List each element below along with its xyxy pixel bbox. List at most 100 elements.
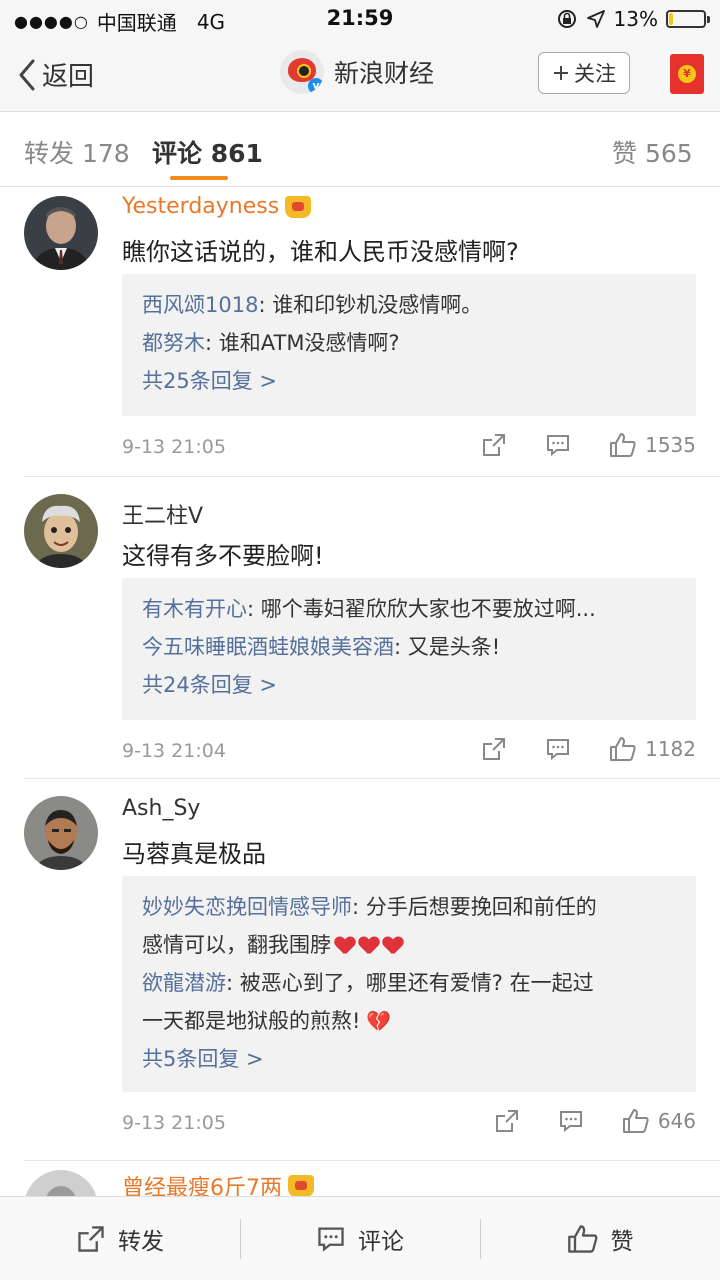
reply-text: 感情可以，翻我围脖 xyxy=(142,933,331,957)
tab-bar: 转发 178 评论 861 赞 565 xyxy=(0,112,720,187)
heart-emoji-icon xyxy=(383,937,403,955)
username-text: 曾经最瘦6斤7两 xyxy=(122,1176,282,1196)
battery-icon xyxy=(666,10,710,28)
more-replies-link[interactable]: 共25条回复 > xyxy=(142,362,676,400)
broken-heart-emoji-icon: 💔 xyxy=(366,1009,392,1033)
reply-username[interactable]: 欲龍潜游 xyxy=(142,971,226,995)
back-button[interactable]: 返回 xyxy=(18,56,94,93)
verified-icon: v xyxy=(308,78,324,94)
comment-item: 曾经最瘦6斤7两 xyxy=(0,1164,720,1196)
comment-time: 9-13 21:05 xyxy=(122,1112,226,1134)
username-text: Yesterdayness xyxy=(122,194,280,219)
reply-item: 都努木: 谁和ATM没感情啊? xyxy=(142,324,676,362)
follow-button[interactable]: 关注 xyxy=(538,52,630,94)
reply-button[interactable] xyxy=(545,736,571,762)
tab-likes[interactable]: 赞 565 xyxy=(612,134,693,170)
reply-item: 欲龍潜游: 被恶心到了，哪里还有爱情? 在一起过 一天都是地狱般的煎熬! 💔 xyxy=(142,964,676,1040)
reply-box[interactable]: 妙妙失恋挽回情感导师: 分手后想要挽回和前任的 感情可以，翻我围脖 欲龍潜游: … xyxy=(122,876,696,1092)
reply-item: 今五味睡眠酒蛙娘娘美容酒: 又是头条! xyxy=(142,628,676,666)
active-tab-indicator xyxy=(170,176,228,180)
comment-label: 评论 xyxy=(358,1229,404,1255)
more-replies-link[interactable]: 共24条回复 > xyxy=(142,666,676,704)
bottom-action-bar: 转发 评论 赞 xyxy=(0,1196,720,1280)
like-count: 1535 xyxy=(645,433,696,457)
vip-crown-icon xyxy=(288,1175,314,1196)
like-button[interactable]: 1182 xyxy=(609,736,696,762)
thumbs-up-icon xyxy=(567,1225,597,1253)
reply-text: : 又是头条! xyxy=(394,635,501,659)
reply-text: : 被恶心到了，哪里还有爱情? 在一起过 xyxy=(226,971,594,995)
heart-emoji-icon xyxy=(335,937,355,955)
reply-text: : 分手后想要挽回和前任的 xyxy=(352,895,597,919)
reply-button[interactable] xyxy=(558,1108,584,1134)
reply-box[interactable]: 西风颂1018: 谁和印钞机没感情啊。 都努木: 谁和ATM没感情啊? 共25条… xyxy=(122,274,696,416)
thumbs-up-icon xyxy=(622,1109,649,1133)
comment-icon xyxy=(559,1111,582,1133)
account-avatar: v xyxy=(280,50,324,94)
heart-emoji-icon xyxy=(359,937,379,955)
repost-label: 转发 xyxy=(118,1229,164,1255)
username-text: 王二柱V xyxy=(122,504,204,529)
chevron-left-icon xyxy=(19,59,35,90)
nav-bar: 返回 v 新浪财经 关注 ¥ xyxy=(0,38,720,112)
comment-username[interactable]: Ash_Sy xyxy=(122,796,200,821)
more-replies-link[interactable]: 共5条回复 > xyxy=(142,1040,676,1078)
comment-item: Ash_Sy 马蓉真是极品 妙妙失恋挽回情感导师: 分手后想要挽回和前任的 感情… xyxy=(0,782,720,1162)
avatar[interactable] xyxy=(24,494,98,568)
tab-repost-count: 178 xyxy=(81,139,130,168)
like-count: 646 xyxy=(657,1109,696,1133)
comment-item: 王二柱V 这得有多不要脸啊! 有木有开心: 哪个毒妇翟欣欣大家也不要放过啊...… xyxy=(0,480,720,780)
location-icon xyxy=(586,10,605,28)
reply-item: 西风颂1018: 谁和印钞机没感情啊。 xyxy=(142,286,676,324)
comment-icon xyxy=(318,1227,344,1252)
reply-username[interactable]: 今五味睡眠酒蛙娘娘美容酒 xyxy=(142,635,394,659)
reply-button[interactable] xyxy=(545,432,571,458)
reply-box[interactable]: 有木有开心: 哪个毒妇翟欣欣大家也不要放过啊... 今五味睡眠酒蛙娘娘美容酒: … xyxy=(122,578,696,720)
tab-likes-count: 565 xyxy=(644,139,693,168)
repost-button[interactable] xyxy=(494,1108,520,1134)
divider xyxy=(24,778,720,779)
reply-text: : 谁和ATM没感情啊? xyxy=(205,331,400,355)
share-icon xyxy=(483,738,506,760)
comment-icon xyxy=(547,435,570,457)
comment-text: 马蓉真是极品 xyxy=(122,840,266,868)
tab-repost[interactable]: 转发 178 xyxy=(24,134,130,170)
thumbs-up-icon xyxy=(610,433,636,457)
repost-bar-button[interactable]: 转发 xyxy=(0,1197,240,1280)
avatar[interactable] xyxy=(24,196,98,270)
like-button[interactable]: 646 xyxy=(622,1108,696,1134)
tab-comments[interactable]: 评论 861 xyxy=(152,134,263,170)
avatar[interactable] xyxy=(24,796,98,870)
comment-item: Yesterdayness 瞧你这话说的，谁和人民币没感情啊? 西风颂1018:… xyxy=(0,188,720,478)
avatar[interactable] xyxy=(24,1170,98,1196)
comment-username[interactable]: 王二柱V xyxy=(122,498,203,530)
repost-button[interactable] xyxy=(481,432,507,458)
comment-actions: 1535 xyxy=(481,432,696,458)
comment-text: 这得有多不要脸啊! xyxy=(122,542,324,570)
account-header[interactable]: v 新浪财经 xyxy=(280,50,434,94)
vip-crown-icon xyxy=(285,195,312,218)
reply-username[interactable]: 有木有开心 xyxy=(142,597,247,621)
tab-repost-label: 转发 xyxy=(24,139,75,168)
reply-username[interactable]: 西风颂1018 xyxy=(142,293,258,317)
divider xyxy=(24,1160,720,1161)
battery-percent: 13% xyxy=(613,7,658,31)
comment-bar-button[interactable]: 评论 xyxy=(240,1197,480,1280)
share-icon xyxy=(483,434,506,456)
red-packet-icon[interactable]: ¥ xyxy=(670,54,704,94)
follow-label: 关注 xyxy=(574,62,616,86)
share-icon xyxy=(78,1226,104,1252)
like-bar-button[interactable]: 赞 xyxy=(480,1197,720,1280)
repost-button[interactable] xyxy=(481,736,507,762)
reply-text: : 哪个毒妇翟欣欣大家也不要放过啊... xyxy=(247,597,596,621)
comment-username[interactable]: 曾经最瘦6斤7两 xyxy=(122,1170,314,1196)
page-title: 新浪财经 xyxy=(334,59,435,88)
tab-comments-label: 评论 xyxy=(152,139,203,168)
comment-actions: 646 xyxy=(494,1108,696,1134)
comment-actions: 1182 xyxy=(481,736,696,762)
thumbs-up-icon xyxy=(610,737,636,761)
like-button[interactable]: 1535 xyxy=(609,432,696,458)
comment-username[interactable]: Yesterdayness xyxy=(122,194,312,219)
reply-username[interactable]: 都努木 xyxy=(142,331,205,355)
reply-username[interactable]: 妙妙失恋挽回情感导师 xyxy=(142,895,352,919)
